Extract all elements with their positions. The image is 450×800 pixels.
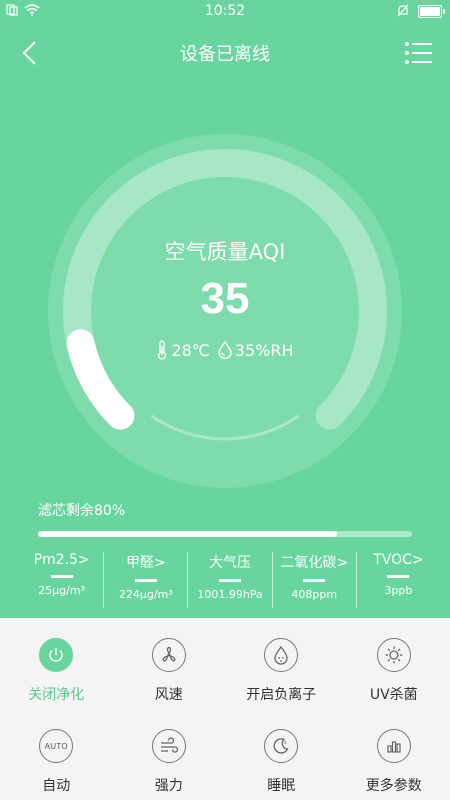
more-params-button[interactable]: 更多参数 [338, 709, 450, 800]
metric-formaldehyde[interactable]: 甲醛> 224μg/m³ [103, 552, 187, 608]
uv-sun-icon [385, 646, 403, 664]
sleep-mode-button[interactable]: z 睡眠 [225, 709, 338, 800]
control-panel: 关闭净化 风速 开启负离子 UV杀菌 AUTO 自动 强力 z 睡眠 更多参数 [0, 618, 450, 800]
auto-mode-button[interactable]: AUTO 自动 [0, 709, 113, 800]
auto-icon: AUTO [39, 729, 74, 763]
power-icon [49, 648, 63, 662]
wind-icon [160, 737, 178, 753]
ion-drop-icon [274, 645, 288, 665]
metrics-row: Pm2.5> 25μg/m³ 甲醛> 224μg/m³ 大气压 1001.99h… [20, 552, 440, 608]
filter-progress-bar [38, 531, 412, 537]
thermometer-icon [158, 340, 167, 360]
filter-progress-fill [38, 531, 338, 537]
fan-speed-button[interactable]: 风速 [113, 618, 226, 709]
metric-co2[interactable]: 二氧化碳> 408ppm [271, 552, 356, 608]
power-purify-button[interactable]: 关闭净化 [0, 618, 113, 709]
mute-bell-icon [397, 4, 409, 17]
negative-ion-button[interactable]: 开启负离子 [225, 618, 338, 709]
metric-pm25[interactable]: Pm2.5> 25μg/m³ [20, 552, 103, 608]
status-bar: 10:52 [0, 0, 450, 24]
environment-readings: 28℃ 35%RH [0, 340, 450, 360]
title-bar: 设备已离线 [0, 28, 450, 76]
uv-sterilize-button[interactable]: UV杀菌 [338, 618, 450, 709]
temperature-value: 28℃ [171, 340, 210, 360]
bar-chart-icon [387, 741, 401, 753]
menu-button[interactable] [402, 36, 436, 70]
aqi-label: 空气质量AQI [164, 240, 286, 264]
metric-tvoc[interactable]: TVOC> 3ppb [355, 552, 440, 608]
humidity-drop-icon [218, 341, 232, 359]
moon-icon: z [273, 738, 289, 754]
status-panel: 10:52 设备已离线 空气质量AQI 35 28℃ 35%RH 滤芯剩余80%… [0, 0, 450, 618]
battery-icon [418, 4, 445, 18]
aqi-value: 35 [200, 274, 250, 323]
metric-pressure: 大气压 1001.99hPa [187, 552, 271, 608]
status-time: 10:52 [204, 3, 246, 19]
svg-text:z: z [284, 740, 287, 746]
humidity-value: 35%RH [234, 340, 294, 360]
filter-remaining-label: 滤芯剩余80% [38, 503, 126, 519]
page-title: 设备已离线 [180, 44, 270, 65]
strong-mode-button[interactable]: 强力 [113, 709, 226, 800]
fan-icon [162, 646, 176, 662]
device-screen: 10:52 设备已离线 空气质量AQI 35 28℃ 35%RH 滤芯剩余80%… [0, 0, 450, 800]
